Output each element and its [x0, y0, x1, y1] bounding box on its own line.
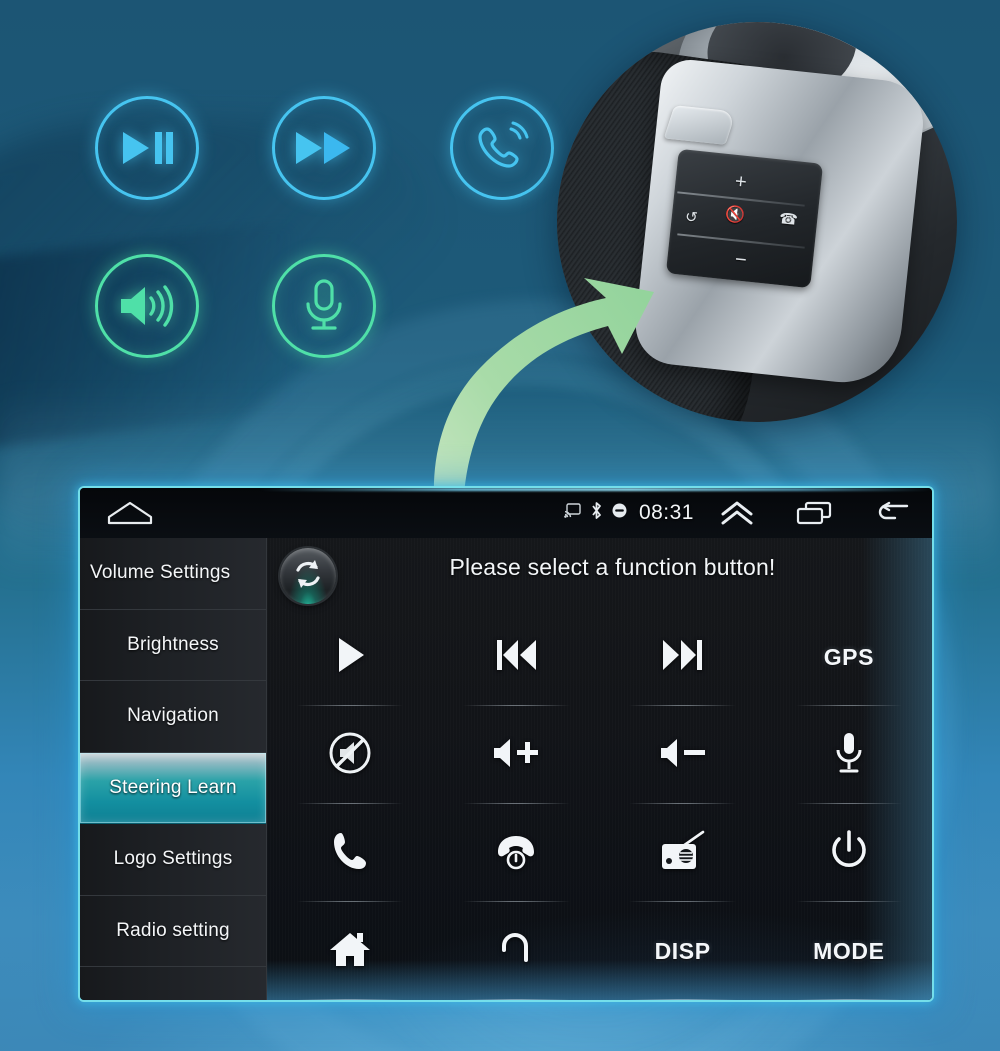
sidebar-item-label: Volume Settings [90, 562, 231, 584]
navigation-buttons [698, 500, 932, 526]
home-icon[interactable] [80, 500, 180, 526]
android-status-bar: 08:31 [80, 488, 932, 538]
phone-handset-icon [331, 830, 369, 877]
steering-learn-panel: Please select a function button! GPS DIS… [267, 538, 932, 1000]
volume-down-button[interactable] [600, 706, 766, 804]
bluetooth-icon [590, 501, 603, 525]
fast-forward-icon [272, 96, 376, 200]
gps-label: GPS [823, 643, 875, 670]
minus-key: − [733, 248, 748, 272]
back-icon[interactable] [854, 500, 932, 526]
sidebar-item-logo-settings[interactable]: Logo Settings [80, 824, 266, 896]
play-button[interactable] [267, 608, 433, 706]
play-icon [333, 635, 367, 680]
next-track-icon [661, 637, 705, 678]
volume-minus-icon [658, 735, 708, 776]
back-button[interactable] [433, 902, 599, 1000]
mute-slash-icon [328, 731, 372, 780]
sidebar-item-label: Brightness [127, 633, 219, 655]
previous-button[interactable] [433, 608, 599, 706]
volume-up-icon [95, 254, 199, 358]
phone-key: ☎ [778, 210, 799, 229]
power-button[interactable] [766, 804, 932, 902]
steering-wheel-controls-photo: + − ↺ 🔇 ☎ [557, 22, 957, 422]
plus-key: + [733, 170, 748, 194]
disp-button[interactable]: DISP [600, 902, 766, 1000]
home-button[interactable] [267, 902, 433, 1000]
call-end-button[interactable] [433, 804, 599, 902]
status-indicator-icons [563, 501, 627, 525]
microphone-icon [835, 731, 863, 780]
previous-track-icon [494, 637, 538, 678]
mute-button[interactable] [267, 706, 433, 804]
disp-label: DISP [654, 937, 711, 964]
mode-button[interactable]: MODE [766, 902, 932, 1000]
sidebar-item-steering-learn[interactable]: Steering Learn [80, 752, 266, 824]
head-unit-screen: 08:31 Volume Settings Brightness Navigat… [80, 488, 932, 1000]
statusbar-gloss [260, 488, 932, 491]
back-arrow-icon [494, 928, 538, 975]
mute-key: 🔇 [724, 206, 746, 225]
power-icon [831, 829, 867, 877]
sidebar-item-label: Logo Settings [113, 848, 233, 870]
recent-apps-icon[interactable] [776, 500, 854, 526]
back-key: ↺ [684, 208, 699, 227]
settings-sidebar: Volume Settings Brightness Navigation St… [80, 538, 267, 1000]
cast-icon [563, 503, 581, 523]
function-button-grid: GPS DISP MODE [267, 608, 932, 1000]
radio-button[interactable] [600, 804, 766, 902]
sidebar-item-label: Steering Learn [109, 776, 237, 798]
panel-title: Please select a function button! [449, 554, 776, 580]
call-answer-button[interactable] [267, 804, 433, 902]
voice-button[interactable] [766, 706, 932, 804]
sidebar-item-navigation[interactable]: Navigation [80, 681, 266, 753]
phone-hangup-icon [492, 832, 540, 875]
volume-plus-icon [491, 735, 541, 776]
status-clock: 08:31 [638, 501, 694, 524]
microphone-icon [272, 254, 376, 358]
sidebar-item-radio-setting[interactable]: Radio setting [80, 896, 266, 967]
next-button[interactable] [600, 608, 766, 706]
volume-up-button[interactable] [433, 706, 599, 804]
play-pause-icon [95, 96, 199, 200]
house-icon [328, 929, 372, 974]
sidebar-item-brightness[interactable]: Brightness [80, 610, 266, 681]
mode-label: MODE [813, 937, 885, 964]
radio-icon [659, 830, 707, 877]
sidebar-item-volume-settings[interactable]: Volume Settings [80, 538, 266, 610]
panel-header: Please select a function button! [267, 538, 932, 608]
gps-button[interactable]: GPS [766, 608, 932, 706]
voice-key [663, 105, 737, 145]
phone-call-icon [450, 96, 554, 200]
sidebar-item-label: Navigation [127, 705, 219, 727]
chevron-up-icon[interactable] [698, 500, 776, 526]
do-not-disturb-icon [612, 503, 627, 523]
sidebar-item-label: Radio setting [116, 919, 230, 941]
